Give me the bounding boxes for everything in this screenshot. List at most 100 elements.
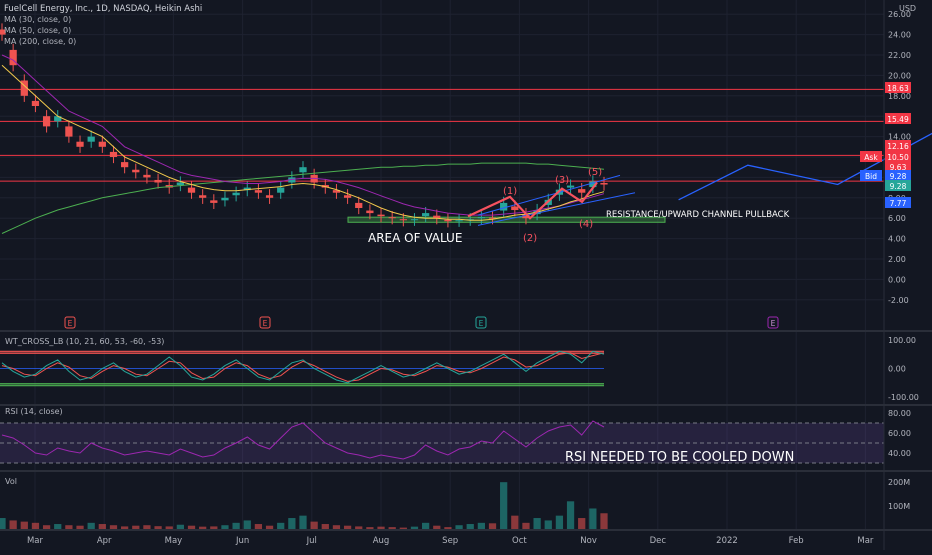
candle[interactable] bbox=[232, 192, 240, 196]
candle[interactable] bbox=[87, 136, 95, 142]
x-tick-label: Sep bbox=[442, 536, 458, 546]
candle[interactable] bbox=[109, 151, 118, 157]
volume-y-tick-label: 100M bbox=[888, 502, 910, 511]
wave-label-1: (1) bbox=[503, 186, 517, 197]
candle[interactable] bbox=[98, 141, 106, 147]
x-tick-label: Mar bbox=[27, 536, 44, 546]
candle[interactable] bbox=[277, 187, 285, 193]
x-tick-label: Feb bbox=[789, 536, 804, 546]
wt-y-tick-label: 100.00 bbox=[888, 336, 916, 345]
candle[interactable] bbox=[76, 141, 84, 147]
volume-bar[interactable] bbox=[589, 508, 597, 530]
candle[interactable] bbox=[399, 219, 407, 221]
candle[interactable] bbox=[132, 169, 140, 173]
volume-bar[interactable] bbox=[310, 521, 318, 530]
candle[interactable] bbox=[388, 217, 396, 219]
ma200-legend[interactable]: MA (200, close, 0) bbox=[4, 37, 76, 46]
candle[interactable] bbox=[343, 195, 352, 198]
candle[interactable] bbox=[42, 116, 51, 127]
x-tick-label: Dec bbox=[650, 536, 667, 546]
volume-bar[interactable] bbox=[555, 515, 564, 530]
volume-bar[interactable] bbox=[232, 522, 240, 530]
candle[interactable] bbox=[355, 202, 363, 208]
volume-bar[interactable] bbox=[20, 521, 28, 530]
y-tick-label: 22.00 bbox=[888, 51, 911, 60]
candle[interactable] bbox=[377, 214, 385, 217]
price-tag-value: 7.77 bbox=[890, 199, 907, 208]
ma30-legend[interactable]: MA (30, close, 0) bbox=[4, 15, 71, 24]
candle[interactable] bbox=[600, 183, 608, 185]
candle[interactable] bbox=[455, 220, 463, 222]
wt-oversold-band bbox=[0, 383, 604, 386]
y-tick-label: -2.00 bbox=[888, 296, 909, 305]
candle[interactable] bbox=[410, 219, 419, 221]
candle[interactable] bbox=[187, 187, 196, 193]
candle[interactable] bbox=[299, 167, 307, 173]
wave-label-3: (3) bbox=[555, 175, 569, 186]
volume-bar[interactable] bbox=[0, 518, 6, 530]
rsi-y-tick-label: 60.00 bbox=[888, 429, 911, 438]
volume-bar[interactable] bbox=[9, 520, 17, 530]
volume-bar[interactable] bbox=[488, 523, 497, 530]
y-tick-label: 20.00 bbox=[888, 71, 911, 80]
x-tick-label: May bbox=[165, 536, 183, 546]
x-tick-label: Mar bbox=[857, 536, 874, 546]
rsi-annotation: RSI NEEDED TO BE COOLED DOWN bbox=[565, 450, 794, 465]
candle[interactable] bbox=[121, 162, 129, 168]
chart-background bbox=[0, 0, 932, 550]
candle[interactable] bbox=[176, 182, 184, 186]
volume-bar[interactable] bbox=[477, 522, 485, 530]
wave-label-5: (5) bbox=[588, 167, 602, 178]
candle[interactable] bbox=[511, 206, 519, 211]
x-tick-label: 2022 bbox=[716, 536, 738, 546]
tradingview-chart-window: E E E E Mar Apr May Jun Jul Aug Sep Oct Nov Dec 2022 F… bbox=[0, 0, 932, 550]
rsi-pane-title[interactable]: RSI (14, close) bbox=[5, 407, 63, 416]
candle[interactable] bbox=[221, 197, 229, 201]
volume-bar[interactable] bbox=[522, 522, 530, 530]
volume-bar[interactable] bbox=[87, 522, 95, 530]
x-tick-label: Oct bbox=[512, 536, 527, 546]
ma50-legend[interactable]: MA (50, close, 0) bbox=[4, 26, 71, 35]
wt-pane-title[interactable]: WT_CROSS_LB (10, 21, 60, 53, -60, -53) bbox=[5, 337, 164, 346]
price-tag-value: 9.28 bbox=[890, 172, 907, 181]
volume-bar[interactable] bbox=[299, 515, 307, 530]
wave-label-4: (4) bbox=[579, 219, 593, 230]
candle[interactable] bbox=[477, 217, 485, 219]
volume-bar[interactable] bbox=[566, 501, 575, 530]
wt-overbought-band bbox=[0, 351, 604, 354]
volume-bar[interactable] bbox=[578, 518, 586, 530]
volume-bar[interactable] bbox=[544, 520, 552, 530]
candle[interactable] bbox=[199, 195, 207, 198]
wt-y-tick-label: -100.00 bbox=[888, 393, 919, 402]
chart-canvas[interactable]: E E E E Mar Apr May Jun Jul Aug Sep Oct Nov Dec 2022 F… bbox=[0, 0, 932, 550]
volume-y-tick-label: 200M bbox=[888, 478, 910, 487]
y-tick-label: 24.00 bbox=[888, 31, 911, 40]
volume-bar[interactable] bbox=[600, 513, 608, 530]
rsi-y-tick-label: 40.00 bbox=[888, 449, 911, 458]
wave-label-2: (2) bbox=[523, 233, 537, 244]
volume-bar[interactable] bbox=[422, 522, 430, 530]
candle[interactable] bbox=[210, 200, 218, 203]
candle[interactable] bbox=[578, 189, 586, 193]
candle[interactable] bbox=[422, 213, 430, 217]
volume-bar[interactable] bbox=[288, 518, 296, 530]
candle[interactable] bbox=[444, 219, 452, 222]
candle[interactable] bbox=[265, 195, 274, 198]
y-tick-label: 2.00 bbox=[888, 255, 906, 264]
candle[interactable] bbox=[254, 190, 263, 193]
volume-pane-title[interactable]: Vol bbox=[5, 477, 17, 486]
volume-bar[interactable] bbox=[500, 482, 508, 530]
volume-bar[interactable] bbox=[31, 522, 40, 530]
channel-label: RESISTANCE/UPWARD CHANNEL PULLBACK bbox=[606, 210, 790, 220]
candle[interactable] bbox=[31, 100, 40, 106]
volume-bar[interactable] bbox=[243, 520, 251, 530]
candle[interactable] bbox=[65, 126, 73, 137]
volume-bar[interactable] bbox=[277, 522, 285, 530]
earnings-marker-label: E bbox=[68, 319, 73, 328]
volume-bar[interactable] bbox=[533, 518, 541, 530]
volume-bar[interactable] bbox=[511, 515, 519, 530]
candle[interactable] bbox=[154, 179, 162, 183]
candle[interactable] bbox=[143, 174, 151, 178]
wt-y-tick-label: 0.00 bbox=[888, 365, 906, 374]
candle[interactable] bbox=[366, 210, 374, 214]
